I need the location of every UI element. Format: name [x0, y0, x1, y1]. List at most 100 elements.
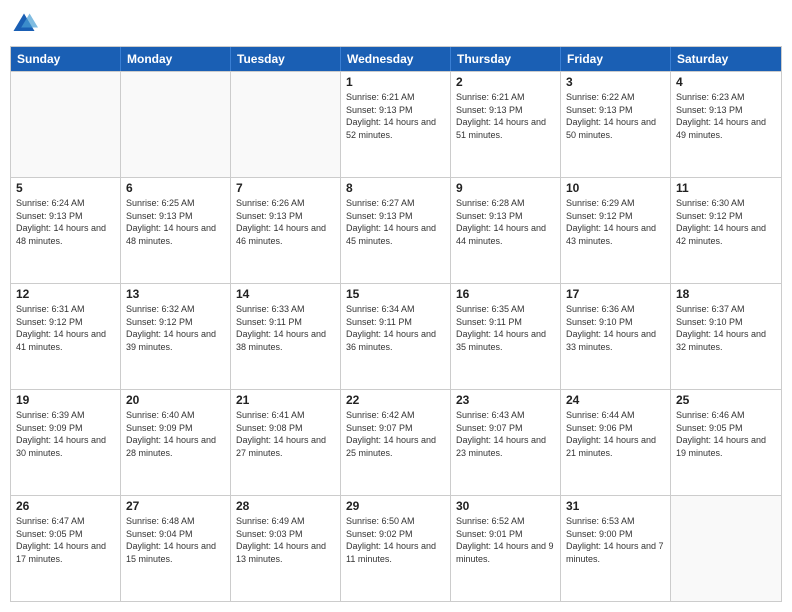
cell-date: 3 [566, 75, 665, 89]
cell-info: Sunrise: 6:52 AM Sunset: 9:01 PM Dayligh… [456, 515, 555, 565]
calendar: SundayMondayTuesdayWednesdayThursdayFrid… [10, 46, 782, 602]
calendar-cell: 6 Sunrise: 6:25 AM Sunset: 9:13 PM Daylig… [121, 178, 231, 283]
calendar-cell: 29 Sunrise: 6:50 AM Sunset: 9:02 PM Dayli… [341, 496, 451, 601]
calendar-cell: 9 Sunrise: 6:28 AM Sunset: 9:13 PM Daylig… [451, 178, 561, 283]
calendar-cell: 18 Sunrise: 6:37 AM Sunset: 9:10 PM Dayli… [671, 284, 781, 389]
cell-info: Sunrise: 6:34 AM Sunset: 9:11 PM Dayligh… [346, 303, 445, 353]
calendar-cell [121, 72, 231, 177]
cell-date: 25 [676, 393, 776, 407]
cell-date: 24 [566, 393, 665, 407]
calendar-cell: 22 Sunrise: 6:42 AM Sunset: 9:07 PM Dayli… [341, 390, 451, 495]
header-day-sunday: Sunday [11, 47, 121, 71]
cell-info: Sunrise: 6:37 AM Sunset: 9:10 PM Dayligh… [676, 303, 776, 353]
calendar-cell: 30 Sunrise: 6:52 AM Sunset: 9:01 PM Dayli… [451, 496, 561, 601]
cell-info: Sunrise: 6:31 AM Sunset: 9:12 PM Dayligh… [16, 303, 115, 353]
cell-info: Sunrise: 6:29 AM Sunset: 9:12 PM Dayligh… [566, 197, 665, 247]
cell-info: Sunrise: 6:36 AM Sunset: 9:10 PM Dayligh… [566, 303, 665, 353]
cell-info: Sunrise: 6:39 AM Sunset: 9:09 PM Dayligh… [16, 409, 115, 459]
cell-date: 26 [16, 499, 115, 513]
cell-date: 8 [346, 181, 445, 195]
cell-date: 18 [676, 287, 776, 301]
calendar-row-3: 19Sunrise: 6:39 AM Sunset: 9:09 PM Dayli… [11, 389, 781, 495]
cell-date: 6 [126, 181, 225, 195]
cell-date: 11 [676, 181, 776, 195]
header-day-friday: Friday [561, 47, 671, 71]
cell-info: Sunrise: 6:25 AM Sunset: 9:13 PM Dayligh… [126, 197, 225, 247]
header [10, 10, 782, 38]
cell-date: 28 [236, 499, 335, 513]
cell-date: 20 [126, 393, 225, 407]
cell-date: 31 [566, 499, 665, 513]
calendar-cell: 20 Sunrise: 6:40 AM Sunset: 9:09 PM Dayli… [121, 390, 231, 495]
cell-info: Sunrise: 6:53 AM Sunset: 9:00 PM Dayligh… [566, 515, 665, 565]
header-day-wednesday: Wednesday [341, 47, 451, 71]
calendar-cell: 7Sunrise: 6:26 AM Sunset: 9:13 PM Daylig… [231, 178, 341, 283]
calendar-row-2: 12Sunrise: 6:31 AM Sunset: 9:12 PM Dayli… [11, 283, 781, 389]
cell-date: 1 [346, 75, 445, 89]
calendar-cell: 4 Sunrise: 6:23 AM Sunset: 9:13 PM Daylig… [671, 72, 781, 177]
cell-date: 4 [676, 75, 776, 89]
calendar-body: 1 Sunrise: 6:21 AM Sunset: 9:13 PM Daylig… [11, 71, 781, 601]
cell-date: 13 [126, 287, 225, 301]
calendar-cell: 24 Sunrise: 6:44 AM Sunset: 9:06 PM Dayli… [561, 390, 671, 495]
calendar-cell: 3Sunrise: 6:22 AM Sunset: 9:13 PM Daylig… [561, 72, 671, 177]
cell-date: 16 [456, 287, 555, 301]
cell-info: Sunrise: 6:49 AM Sunset: 9:03 PM Dayligh… [236, 515, 335, 565]
cell-info: Sunrise: 6:40 AM Sunset: 9:09 PM Dayligh… [126, 409, 225, 459]
cell-info: Sunrise: 6:28 AM Sunset: 9:13 PM Dayligh… [456, 197, 555, 247]
calendar-cell: 21 Sunrise: 6:41 AM Sunset: 9:08 PM Dayli… [231, 390, 341, 495]
cell-info: Sunrise: 6:27 AM Sunset: 9:13 PM Dayligh… [346, 197, 445, 247]
header-day-tuesday: Tuesday [231, 47, 341, 71]
cell-info: Sunrise: 6:42 AM Sunset: 9:07 PM Dayligh… [346, 409, 445, 459]
calendar-cell: 5 Sunrise: 6:24 AM Sunset: 9:13 PM Daylig… [11, 178, 121, 283]
header-day-saturday: Saturday [671, 47, 781, 71]
calendar-cell: 16 Sunrise: 6:35 AM Sunset: 9:11 PM Dayli… [451, 284, 561, 389]
cell-info: Sunrise: 6:46 AM Sunset: 9:05 PM Dayligh… [676, 409, 776, 459]
cell-date: 5 [16, 181, 115, 195]
calendar-cell: 10 Sunrise: 6:29 AM Sunset: 9:12 PM Dayli… [561, 178, 671, 283]
calendar-cell: 27Sunrise: 6:48 AM Sunset: 9:04 PM Dayli… [121, 496, 231, 601]
cell-date: 9 [456, 181, 555, 195]
cell-date: 17 [566, 287, 665, 301]
calendar-cell: 26 Sunrise: 6:47 AM Sunset: 9:05 PM Dayli… [11, 496, 121, 601]
calendar-cell: 15Sunrise: 6:34 AM Sunset: 9:11 PM Dayli… [341, 284, 451, 389]
calendar-cell: 1 Sunrise: 6:21 AM Sunset: 9:13 PM Daylig… [341, 72, 451, 177]
calendar-row-1: 5 Sunrise: 6:24 AM Sunset: 9:13 PM Daylig… [11, 177, 781, 283]
calendar-row-0: 1 Sunrise: 6:21 AM Sunset: 9:13 PM Daylig… [11, 71, 781, 177]
cell-date: 7 [236, 181, 335, 195]
calendar-row-4: 26 Sunrise: 6:47 AM Sunset: 9:05 PM Dayli… [11, 495, 781, 601]
cell-date: 14 [236, 287, 335, 301]
logo [10, 10, 40, 38]
cell-info: Sunrise: 6:33 AM Sunset: 9:11 PM Dayligh… [236, 303, 335, 353]
cell-info: Sunrise: 6:43 AM Sunset: 9:07 PM Dayligh… [456, 409, 555, 459]
cell-info: Sunrise: 6:24 AM Sunset: 9:13 PM Dayligh… [16, 197, 115, 247]
cell-date: 22 [346, 393, 445, 407]
calendar-cell: 11 Sunrise: 6:30 AM Sunset: 9:12 PM Dayli… [671, 178, 781, 283]
cell-date: 2 [456, 75, 555, 89]
cell-info: Sunrise: 6:41 AM Sunset: 9:08 PM Dayligh… [236, 409, 335, 459]
logo-icon [10, 10, 38, 38]
cell-info: Sunrise: 6:50 AM Sunset: 9:02 PM Dayligh… [346, 515, 445, 565]
calendar-cell [671, 496, 781, 601]
header-day-thursday: Thursday [451, 47, 561, 71]
calendar-cell: 2 Sunrise: 6:21 AM Sunset: 9:13 PM Daylig… [451, 72, 561, 177]
cell-date: 10 [566, 181, 665, 195]
calendar-cell: 28 Sunrise: 6:49 AM Sunset: 9:03 PM Dayli… [231, 496, 341, 601]
cell-info: Sunrise: 6:21 AM Sunset: 9:13 PM Dayligh… [346, 91, 445, 141]
cell-date: 29 [346, 499, 445, 513]
calendar-cell: 31 Sunrise: 6:53 AM Sunset: 9:00 PM Dayli… [561, 496, 671, 601]
cell-info: Sunrise: 6:30 AM Sunset: 9:12 PM Dayligh… [676, 197, 776, 247]
cell-info: Sunrise: 6:44 AM Sunset: 9:06 PM Dayligh… [566, 409, 665, 459]
calendar-cell [11, 72, 121, 177]
cell-date: 30 [456, 499, 555, 513]
cell-info: Sunrise: 6:23 AM Sunset: 9:13 PM Dayligh… [676, 91, 776, 141]
page: SundayMondayTuesdayWednesdayThursdayFrid… [0, 0, 792, 612]
calendar-cell: 17 Sunrise: 6:36 AM Sunset: 9:10 PM Dayli… [561, 284, 671, 389]
cell-info: Sunrise: 6:35 AM Sunset: 9:11 PM Dayligh… [456, 303, 555, 353]
calendar-cell: 12Sunrise: 6:31 AM Sunset: 9:12 PM Dayli… [11, 284, 121, 389]
cell-date: 21 [236, 393, 335, 407]
cell-info: Sunrise: 6:47 AM Sunset: 9:05 PM Dayligh… [16, 515, 115, 565]
calendar-cell [231, 72, 341, 177]
cell-info: Sunrise: 6:21 AM Sunset: 9:13 PM Dayligh… [456, 91, 555, 141]
calendar-cell: 19Sunrise: 6:39 AM Sunset: 9:09 PM Dayli… [11, 390, 121, 495]
